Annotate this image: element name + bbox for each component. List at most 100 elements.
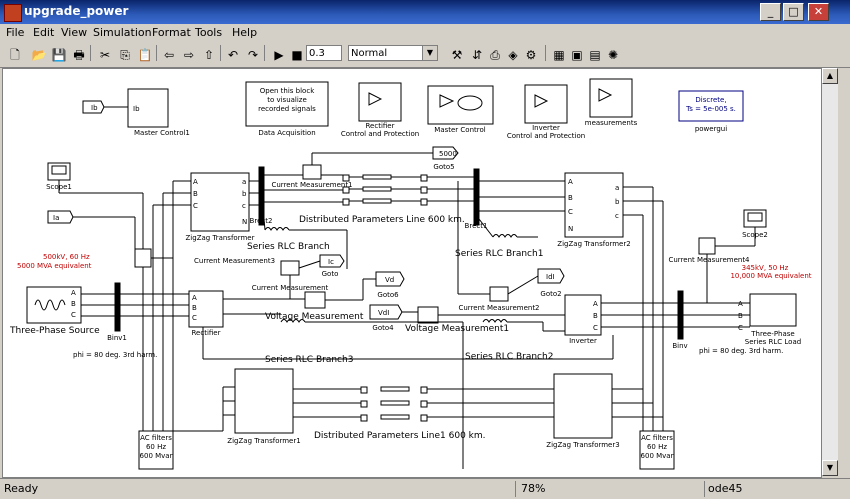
- svg-text:b: b: [242, 190, 247, 198]
- svg-text:C: C: [193, 202, 198, 210]
- goto-label: Goto: [322, 270, 339, 278]
- stop-simulation-icon[interactable]: ■: [288, 46, 306, 64]
- model-explorer-icon[interactable]: ◈: [504, 46, 522, 64]
- inverter-control-block[interactable]: [524, 84, 568, 124]
- zigzag-transformer-block[interactable]: [190, 172, 250, 232]
- start-simulation-icon[interactable]: ▶: [270, 46, 288, 64]
- simulation-mode-select[interactable]: Normal ▼: [348, 45, 438, 61]
- powergui-line2: Ts = 5e-005 s.: [685, 105, 736, 113]
- svg-text:B: B: [568, 194, 573, 202]
- ac-filters-left-line2: 60 Hz: [146, 443, 166, 451]
- library-browser-icon[interactable]: ▦: [550, 46, 568, 64]
- scroll-down-icon[interactable]: ▼: [822, 460, 838, 476]
- ac-filters-left-line1: AC filters: [140, 434, 172, 442]
- binv1-label: Binv1: [107, 334, 127, 342]
- current-measurement4-block[interactable]: [698, 237, 716, 255]
- svg-text:C: C: [192, 314, 197, 322]
- stop-time-field[interactable]: 0.3: [306, 45, 342, 61]
- from-ia-tag[interactable]: [47, 210, 74, 224]
- zoom-level: 78%: [521, 482, 546, 495]
- svg-text:C: C: [568, 208, 573, 216]
- brect1-bus[interactable]: [473, 168, 480, 226]
- menu-format[interactable]: Format: [152, 26, 191, 39]
- zigzag-transformer3-block[interactable]: [553, 373, 613, 439]
- scroll-up-icon[interactable]: ▲: [822, 68, 838, 84]
- toggle-explorer-icon[interactable]: ▤: [586, 46, 604, 64]
- svg-text:N: N: [242, 218, 247, 226]
- ac-filters-right-line2: 60 Hz: [647, 443, 667, 451]
- current-measurement2-label: Current Measurement2: [458, 304, 539, 312]
- save-icon[interactable]: 💾: [50, 46, 68, 64]
- series-rlc-branch-coil[interactable]: [264, 227, 290, 231]
- series-rlc-branch2-coil[interactable]: [482, 319, 508, 323]
- model-browser-icon[interactable]: ▣: [568, 46, 586, 64]
- chevron-down-icon[interactable]: ▼: [422, 46, 437, 60]
- load-label-line2: Series RLC Load: [745, 338, 801, 346]
- paste-icon[interactable]: 📋: [136, 46, 154, 64]
- close-button[interactable]: ✕: [808, 3, 829, 21]
- menu-view[interactable]: View: [61, 26, 87, 39]
- debugger-icon[interactable]: ✺: [604, 46, 622, 64]
- zigzag-transformer1-block[interactable]: [234, 368, 294, 434]
- redo-icon[interactable]: ↷: [244, 46, 262, 64]
- update-diagram-icon[interactable]: ⇵: [468, 46, 486, 64]
- current-measurement1-block[interactable]: [302, 164, 322, 180]
- voltage-measurement1-block[interactable]: [417, 306, 439, 324]
- port-a2-zz: a: [242, 178, 246, 186]
- three-phase-load-block[interactable]: [749, 293, 797, 327]
- model-canvas[interactable]: Ib ABC abcN ABCN abc ABC ABC ABC ABC Mas…: [2, 68, 822, 478]
- debug-icon[interactable]: ⚙: [522, 46, 540, 64]
- goto6-label: Goto6: [377, 291, 399, 299]
- menu-simulation[interactable]: Simulation: [93, 26, 152, 39]
- new-model-icon[interactable]: 🗋: [6, 46, 24, 64]
- current-measurement1-label: Current Measurement1: [271, 181, 352, 189]
- inverter-label: Inverter: [569, 337, 597, 345]
- master-control-block[interactable]: [427, 85, 494, 125]
- cut-icon[interactable]: ✂: [96, 46, 114, 64]
- minimize-button[interactable]: _: [760, 3, 781, 21]
- build-icon[interactable]: ⚒: [448, 46, 466, 64]
- binv-label: Binv: [672, 342, 687, 350]
- menu-file[interactable]: File: [6, 26, 24, 39]
- inverter-cp-line1: Inverter: [532, 124, 560, 132]
- voltage-measurement1-label: Voltage Measurement1: [405, 324, 509, 334]
- print-icon[interactable]: 🖶: [70, 46, 88, 64]
- open-folder-icon[interactable]: 📂: [30, 46, 48, 64]
- copy-icon[interactable]: ⎘: [116, 46, 134, 64]
- series-rlc-branch3-label: Series RLC Branch3: [265, 355, 353, 365]
- measurements-block[interactable]: [589, 78, 633, 118]
- svg-text:A: A: [593, 300, 598, 308]
- rectifier-cp-line1: Rectifier: [366, 122, 395, 130]
- svg-text:B: B: [738, 312, 743, 320]
- forward-icon[interactable]: ⇨: [180, 46, 198, 64]
- phi-left-label: phi = 80 deg. 3rd harm.: [73, 351, 157, 359]
- current-measurement2-block[interactable]: [489, 286, 509, 302]
- menu-edit[interactable]: Edit: [33, 26, 54, 39]
- series-rlc-branch-label: Series RLC Branch: [247, 242, 330, 252]
- svg-text:A: A: [568, 178, 573, 186]
- current-measurement3-block[interactable]: [134, 248, 152, 268]
- maximize-button[interactable]: □: [783, 3, 804, 21]
- current-measurement-block[interactable]: [280, 260, 300, 276]
- series-rlc-branch1-coil[interactable]: [492, 234, 518, 238]
- status-bar: Ready 78% ode45: [0, 478, 850, 499]
- rectifier-control-block[interactable]: [358, 82, 402, 122]
- svg-text:C: C: [71, 311, 76, 319]
- incremental-build-icon[interactable]: ⎙: [486, 46, 504, 64]
- binv-bus[interactable]: [677, 290, 684, 340]
- binv1-bus[interactable]: [114, 282, 121, 332]
- goto5-tag-text: 5000: [439, 150, 457, 158]
- up-icon[interactable]: ⇧: [200, 46, 218, 64]
- powergui-line1: Discrete,: [695, 96, 726, 104]
- vertical-scrollbar[interactable]: ▲ ▼: [822, 68, 838, 476]
- from-ib-text: Ib: [91, 104, 98, 112]
- back-icon[interactable]: ⇦: [160, 46, 178, 64]
- undo-icon[interactable]: ↶: [224, 46, 242, 64]
- svg-text:b: b: [615, 198, 620, 206]
- menu-tools[interactable]: Tools: [195, 26, 222, 39]
- current-measurement3-label: Current Measurement3: [194, 257, 275, 265]
- voltage-measurement-block[interactable]: [304, 291, 326, 309]
- simulink-app-icon[interactable]: [4, 4, 22, 22]
- svg-text:a: a: [615, 184, 619, 192]
- menu-help[interactable]: Help: [232, 26, 257, 39]
